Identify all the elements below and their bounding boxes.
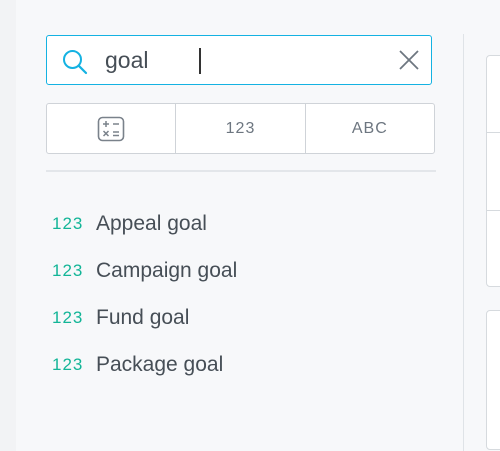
right-panel-card — [486, 310, 500, 450]
result-list: 123 Appeal goal 123 Campaign goal 123 Fu… — [52, 200, 237, 388]
left-gutter — [0, 0, 16, 451]
numeric-type-badge: 123 — [52, 307, 84, 327]
search-icon — [63, 50, 88, 75]
calculator-icon — [97, 116, 125, 141]
list-item[interactable]: 123 Package goal — [52, 341, 237, 388]
filter-numeric-button[interactable]: 123 — [176, 104, 306, 153]
numeric-type-badge: 123 — [52, 213, 84, 233]
item-label: Appeal goal — [96, 211, 207, 235]
search-input[interactable] — [105, 44, 365, 76]
numeric-type-badge: 123 — [52, 354, 84, 374]
list-item[interactable]: 123 Fund goal — [52, 294, 237, 341]
list-item[interactable]: 123 Appeal goal — [52, 200, 237, 247]
panel-divider — [463, 34, 464, 451]
filter-text-button[interactable]: ABC — [306, 104, 434, 153]
divider — [46, 170, 436, 172]
item-label: Package goal — [96, 352, 224, 376]
text-caret — [199, 48, 201, 74]
numeric-type-badge: 123 — [52, 260, 84, 280]
item-label: Campaign goal — [96, 258, 238, 282]
item-label: Fund goal — [96, 305, 190, 329]
filter-calculated-button[interactable] — [47, 104, 177, 153]
list-item[interactable]: 123 Campaign goal — [52, 247, 237, 294]
close-icon[interactable] — [397, 48, 421, 72]
right-panel-card — [486, 55, 500, 287]
type-filter-bar: 123 ABC — [46, 103, 435, 154]
search-box[interactable] — [46, 35, 432, 85]
